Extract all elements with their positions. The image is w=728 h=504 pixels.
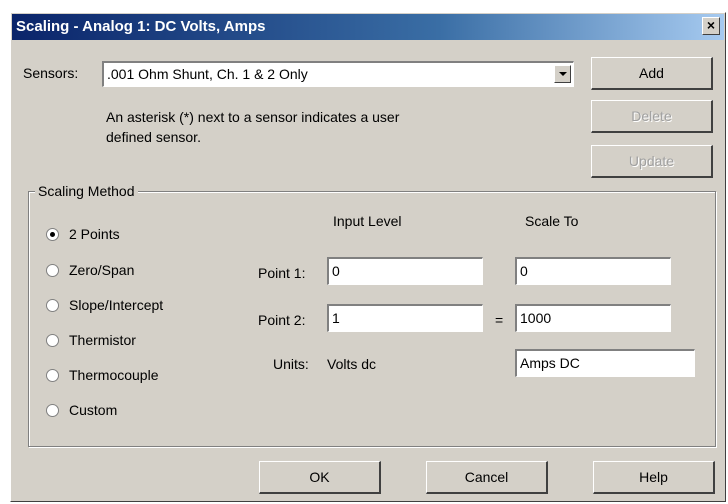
add-button[interactable]: Add [591,57,713,90]
scaling-method-title: Scaling Method [35,183,138,199]
close-icon[interactable]: × [702,17,720,35]
radio-label: Custom [69,402,118,418]
sensors-label: Sensors: [23,65,79,81]
radio-button[interactable] [46,299,59,312]
input-units-value: Volts dc [327,356,377,372]
sensors-selected-value: .001 Ohm Shunt, Ch. 1 & 2 Only [107,66,308,82]
units-label: Units: [273,356,309,372]
radio-label: Zero/Span [69,262,135,278]
radio-button[interactable] [46,228,59,241]
point1-scale-field[interactable]: 0 [515,257,671,285]
input-level-header: Input Level [333,213,402,229]
window-title: Scaling - Analog 1: DC Volts, Amps [16,18,266,35]
point2-label: Point 2: [258,312,306,328]
scale-to-header: Scale To [525,213,579,229]
point2-input-field[interactable]: 1 [327,304,483,332]
sensors-note-line1: An asterisk (*) next to a sensor indicat… [106,109,400,125]
radio-button[interactable] [46,369,59,382]
point1-label: Point 1: [258,265,306,281]
equals-sign: = [495,312,504,328]
radio-button[interactable] [46,404,59,417]
radio-button[interactable] [46,334,59,347]
radio-label: Slope/Intercept [69,297,164,313]
sensors-note-line2: defined sensor. [106,129,201,145]
radio-button[interactable] [46,264,59,277]
sensors-dropdown[interactable]: .001 Ohm Shunt, Ch. 1 & 2 Only [102,61,574,87]
update-button[interactable]: Update [591,145,713,178]
delete-button[interactable]: Delete [591,100,713,133]
point2-scale-field[interactable]: 1000 [515,304,671,332]
scaling-dialog: Scaling - Analog 1: DC Volts, Amps × Sen… [10,12,726,502]
radio-label: Thermocouple [69,367,159,383]
chevron-down-icon[interactable] [554,65,571,83]
help-button[interactable]: Help [593,461,715,494]
scale-units-field[interactable]: Amps DC [515,349,695,377]
radio-label: Thermistor [69,332,136,348]
radio-label: 2 Points [69,226,120,242]
title-bar[interactable]: Scaling - Analog 1: DC Volts, Amps × [12,14,724,40]
ok-button[interactable]: OK [259,461,381,494]
cancel-button[interactable]: Cancel [426,461,548,494]
point1-input-field[interactable]: 0 [327,257,483,285]
